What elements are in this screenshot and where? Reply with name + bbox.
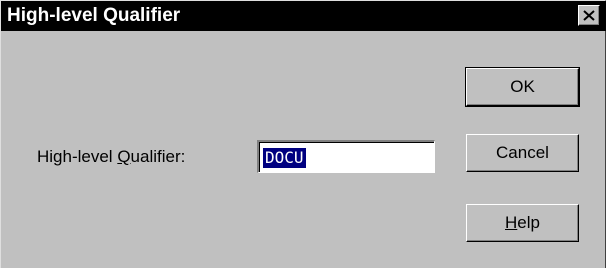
- close-button[interactable]: [578, 5, 600, 26]
- ok-button[interactable]: OK: [465, 67, 580, 107]
- dialog-window: High-level Qualifier High-level Qualifie…: [0, 0, 606, 268]
- qualifier-input-value: DOCU: [263, 148, 306, 168]
- close-icon: [583, 10, 595, 21]
- dialog-title: High-level Qualifier: [7, 5, 181, 26]
- title-bar[interactable]: High-level Qualifier: [1, 1, 606, 31]
- qualifier-label: High-level Qualifier:: [37, 147, 186, 166]
- help-button[interactable]: Help: [466, 204, 579, 242]
- cancel-button[interactable]: Cancel: [466, 134, 579, 172]
- qualifier-input[interactable]: DOCU: [257, 140, 435, 173]
